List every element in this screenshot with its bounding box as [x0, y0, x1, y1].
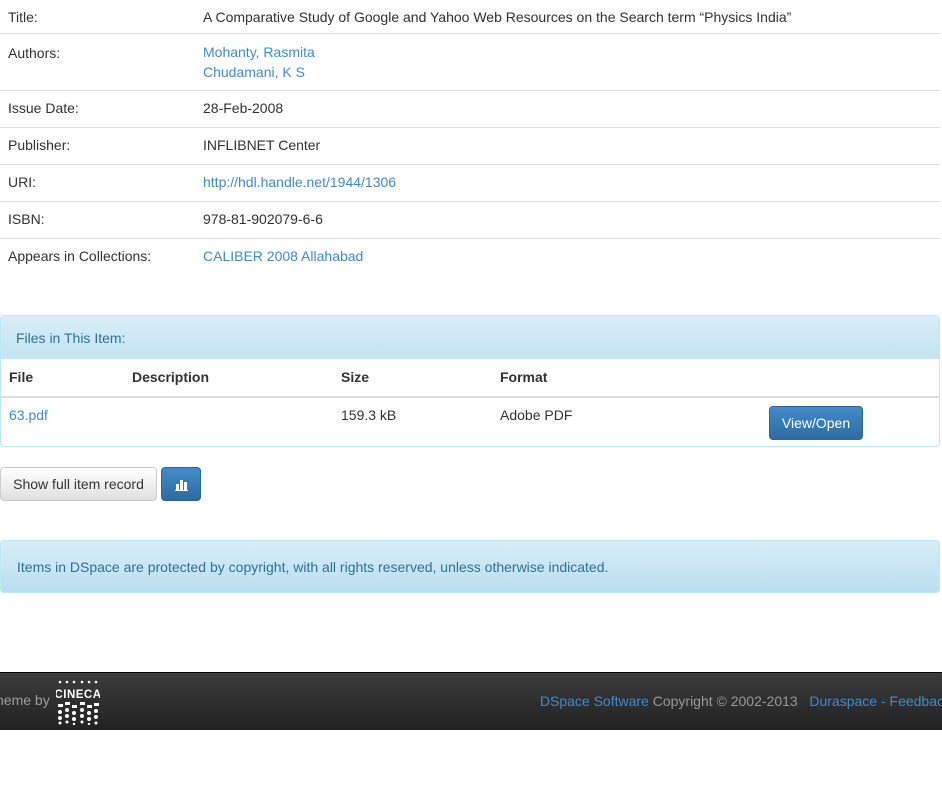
metadata-publisher-value: INFLIBNET Center	[203, 137, 321, 153]
column-header-size: Size	[341, 369, 370, 385]
feedback-link[interactable]: Feedbac	[890, 693, 942, 709]
copyright-notice-text: Items in DSpace are protected by copyrig…	[17, 559, 609, 575]
metadata-authors-value: Mohanty, Rasmita Chudamani, K S	[203, 42, 315, 82]
statistics-button[interactable]	[161, 467, 201, 501]
metadata-label: URI:	[8, 174, 36, 190]
file-size: 159.3 kB	[341, 407, 397, 423]
view-open-button[interactable]: View/Open	[769, 406, 863, 440]
metadata-label: Title:	[8, 9, 38, 25]
footer: heme by CINECA DSpace Software Copyright…	[0, 672, 942, 730]
collection-link[interactable]: CALIBER 2008 Allahabad	[203, 246, 363, 266]
svg-text:CINECA: CINECA	[56, 689, 100, 701]
author-link[interactable]: Chudamani, K S	[203, 62, 315, 82]
uri-link[interactable]: http://hdl.handle.net/1944/1306	[203, 172, 396, 192]
footer-separator: -	[880, 693, 886, 709]
bar-chart-icon	[175, 480, 188, 491]
file-link[interactable]: 63.pdf	[9, 407, 48, 423]
metadata-row-collections: Appears in Collections: CALIBER 2008 All…	[0, 239, 940, 275]
author-link[interactable]: Mohanty, Rasmita	[203, 42, 315, 62]
duraspace-link[interactable]: Duraspace	[809, 693, 877, 709]
metadata-row-isbn: ISBN: 978-81-902079-6-6	[0, 202, 940, 239]
metadata-issue-date-value: 28-Feb-2008	[203, 100, 284, 116]
metadata-row-uri: URI: http://hdl.handle.net/1944/1306	[0, 165, 940, 202]
metadata-title-value: A Comparative Study of Google and Yahoo …	[203, 9, 792, 25]
column-header-format: Format	[500, 369, 548, 385]
metadata-row-title: Title: A Comparative Study of Google and…	[0, 0, 940, 34]
metadata-row-issue-date: Issue Date: 28-Feb-2008	[0, 91, 940, 128]
table-row: 63.pdf 159.3 kB Adobe PDF View/Open	[1, 398, 939, 446]
files-table-header: File Description Size Format	[1, 359, 939, 398]
metadata-row-publisher: Publisher: INFLIBNET Center	[0, 128, 940, 165]
show-full-record-button[interactable]: Show full item record	[0, 467, 157, 501]
metadata-isbn-value: 978-81-902079-6-6	[203, 211, 323, 227]
cineca-logo[interactable]: CINECA	[56, 679, 100, 725]
metadata-label: Publisher:	[8, 137, 71, 153]
metadata-label: Appears in Collections:	[8, 248, 152, 264]
metadata-label: ISBN:	[8, 211, 45, 227]
file-format: Adobe PDF	[500, 407, 573, 423]
theme-by-text: heme by	[0, 692, 50, 708]
files-panel-heading: Files in This Item:	[1, 316, 939, 359]
footer-links: DSpace Software Copyright © 2002-2013 Du…	[540, 693, 942, 709]
copyright-notice: Items in DSpace are protected by copyrig…	[0, 540, 940, 593]
files-heading-title: Files in This Item:	[16, 330, 126, 346]
dspace-software-link[interactable]: DSpace Software	[540, 693, 649, 709]
column-header-file: File	[9, 369, 34, 385]
metadata-label: Authors:	[8, 45, 61, 61]
item-metadata-table: Title: A Comparative Study of Google and…	[0, 0, 940, 275]
metadata-label: Issue Date:	[8, 100, 79, 116]
metadata-row-authors: Authors: Mohanty, Rasmita Chudamani, K S	[0, 34, 940, 91]
footer-copyright: Copyright © 2002-2013	[652, 693, 798, 709]
files-panel: Files in This Item: File Description Siz…	[0, 315, 940, 447]
column-header-description: Description	[132, 369, 210, 385]
